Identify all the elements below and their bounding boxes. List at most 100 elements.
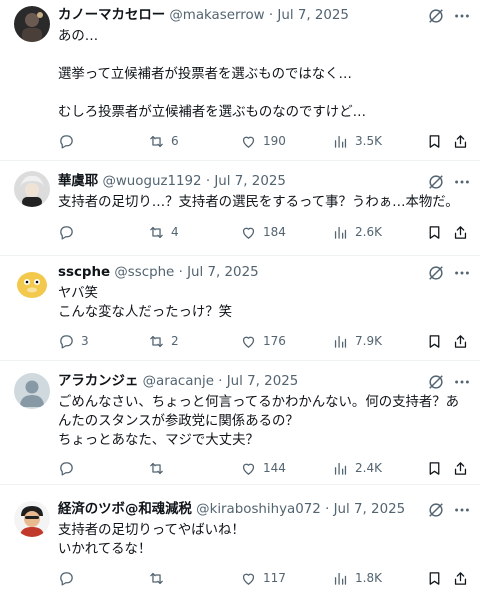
tweet-text: 支持者の足切り…？支持者の選民をするって事？うわぁ…本物だ。 [58,193,462,212]
avatar[interactable] [14,373,50,409]
action-bar: 144 2.4K [58,458,468,478]
views-button[interactable]: 2.6K [332,222,382,242]
repost-count: 2 [171,334,179,348]
tweet-header: sscphe @sscphe · Jul 7, 2025 [58,263,420,283]
repost-button[interactable] [148,568,171,588]
bookmark-button[interactable] [426,568,443,588]
separator-dot: · [178,265,183,280]
reply-icon [60,225,73,240]
repost-icon [150,462,163,474]
bookmark-button[interactable] [426,458,443,478]
separator-dot: · [218,374,223,389]
tweet[interactable]: 経済のツボ@和魂減税 @kiraboshihya072 · Jul 7, 202… [0,485,480,594]
tweet-header: アラカンジェ @aracanje · Jul 7, 2025 [58,372,420,392]
tweet-line: いかれてるな！ [58,542,152,557]
grok-icon[interactable] [426,500,446,520]
views-count: 2.4K [355,461,382,475]
reply-button[interactable] [58,131,81,151]
bookmark-button[interactable] [426,331,443,351]
user-handle[interactable]: @makaserrow [169,8,264,23]
action-bar: 117 1.8K [58,568,468,588]
reply-button[interactable] [58,568,81,588]
action-bar: 4 184 2.6K [58,222,468,242]
more-icon[interactable] [452,500,472,520]
bookmark-button[interactable] [426,222,443,242]
avatar[interactable] [14,265,50,301]
repost-button[interactable]: 2 [148,331,179,351]
timestamp[interactable]: Jul 7, 2025 [334,502,406,517]
grok-icon[interactable] [426,263,446,283]
bookmark-icon [429,571,440,585]
views-button[interactable]: 7.9K [332,331,382,351]
repost-button[interactable]: 4 [148,222,179,242]
like-button[interactable]: 184 [240,222,286,242]
avatar[interactable] [14,501,50,537]
repost-icon [150,135,163,147]
tweet[interactable]: 華虞耶 @wuoguz1192 · Jul 7, 2025 支持者の足切り…？支… [0,161,480,256]
views-button[interactable]: 2.4K [332,458,382,478]
separator-dot: · [325,502,330,517]
user-handle[interactable]: @kiraboshihya072 [196,502,321,517]
more-icon[interactable] [452,172,472,192]
timestamp[interactable]: Jul 7, 2025 [227,374,299,389]
repost-button[interactable] [148,458,171,478]
like-button[interactable]: 190 [240,131,286,151]
more-icon[interactable] [452,372,472,392]
grok-icon[interactable] [426,172,446,192]
user-handle[interactable]: @aracanje [143,374,214,389]
display-name[interactable]: 華虞耶 [58,174,98,189]
display-name[interactable]: アラカンジェ [58,374,138,389]
action-bar: 3 2 176 7.9K [58,331,468,351]
tweet-line: あの… [58,29,99,44]
avatar[interactable] [14,171,50,207]
tweet[interactable]: sscphe @sscphe · Jul 7, 2025 ヤバ笑 こんな変な人だ… [0,256,480,361]
bookmark-button[interactable] [426,131,443,151]
views-button[interactable]: 1.8K [332,568,382,588]
repost-icon [150,226,163,238]
more-icon[interactable] [452,6,472,26]
reply-button[interactable] [58,222,81,242]
timestamp[interactable]: Jul 7, 2025 [187,265,259,280]
repost-icon [150,572,163,584]
views-count: 1.8K [355,571,382,585]
views-button[interactable]: 3.5K [332,131,382,151]
timestamp[interactable]: Jul 7, 2025 [214,174,286,189]
share-button[interactable] [452,331,469,351]
tweet-text: ヤバ笑 こんな変な人だったっけ？笑 [58,284,462,322]
user-handle[interactable]: @sscphe [114,265,174,280]
more-icon[interactable] [452,263,472,283]
display-name[interactable]: カノーマカセロー [58,8,165,23]
like-button[interactable]: 144 [240,458,286,478]
display-name[interactable]: sscphe [58,265,110,280]
share-button[interactable] [452,222,469,242]
share-button[interactable] [452,458,469,478]
like-count: 190 [263,134,286,148]
like-icon [242,336,255,348]
reply-button[interactable] [58,458,81,478]
like-count: 144 [263,461,286,475]
tweet-line: んたのスタンスが参政党に関係あるの？ [58,414,299,429]
like-button[interactable]: 117 [240,568,286,588]
share-icon [454,334,467,348]
repost-count: 4 [171,225,179,239]
grok-icon[interactable] [426,372,446,392]
like-icon [242,136,255,148]
display-name[interactable]: 経済のツボ@和魂減税 [58,502,192,517]
reply-button[interactable]: 3 [58,331,89,351]
share-button[interactable] [452,568,469,588]
bookmark-icon [429,461,440,475]
tweet[interactable]: カノーマカセロー @makaserrow · Jul 7, 2025 あの… 選… [0,0,480,161]
avatar[interactable] [14,6,50,42]
repost-button[interactable]: 6 [148,131,179,151]
reply-feed: カノーマカセロー @makaserrow · Jul 7, 2025 あの… 選… [0,0,480,594]
tweet[interactable]: アラカンジェ @aracanje · Jul 7, 2025 ごめんなさい、ちょ… [0,361,480,485]
views-count: 7.9K [355,334,382,348]
like-button[interactable]: 176 [240,331,286,351]
share-icon [454,461,467,475]
user-handle[interactable]: @wuoguz1192 [102,174,201,189]
share-button[interactable] [452,131,469,151]
timestamp[interactable]: Jul 7, 2025 [277,8,349,23]
grok-icon[interactable] [426,6,446,26]
reply-icon [60,571,73,586]
like-count: 184 [263,225,286,239]
